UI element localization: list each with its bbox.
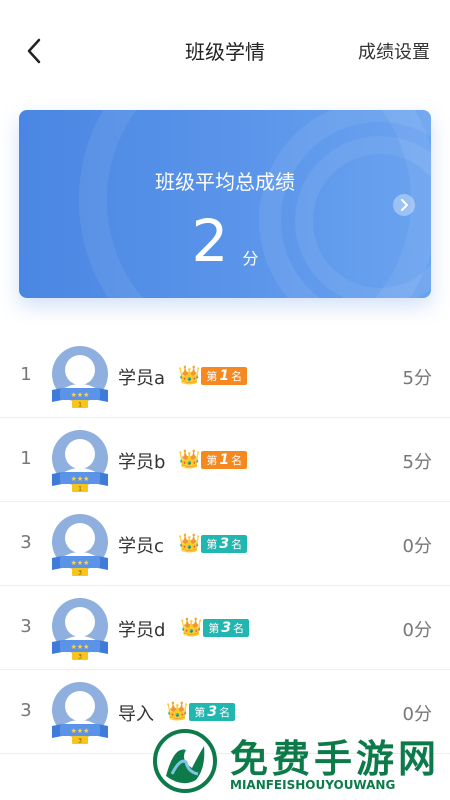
avatar-medal-icon: ★★★ 1: [52, 430, 108, 493]
svg-text:★★★: ★★★: [71, 391, 90, 399]
average-score-label: 班级平均总成绩: [155, 170, 295, 194]
student-score: 0分: [402, 536, 432, 557]
student-name: 导入: [118, 704, 154, 725]
rank-tag: 第1名: [201, 451, 248, 469]
student-name: 学员d: [118, 620, 166, 641]
rank-tag: 第3名: [203, 619, 250, 637]
rank-number: 1: [20, 448, 32, 469]
student-list: 1 ★★★ 1 学员a 👑 第1名 5分 1 ★★★ 1 学员b 👑 第 1 名…: [0, 334, 450, 754]
rank-tag: 第1名: [201, 367, 248, 385]
svg-text:★★★: ★★★: [71, 727, 90, 735]
svg-text:★★★: ★★★: [71, 559, 90, 567]
avatar-medal-icon: ★★★ 3: [52, 514, 108, 577]
rank-badge: 👑 第3名: [178, 533, 248, 554]
student-name: 学员b: [118, 452, 166, 473]
student-score: 5分: [402, 368, 432, 389]
medal-number: 1: [78, 402, 82, 409]
average-score-value: 2: [191, 207, 229, 275]
student-score: 5分: [402, 452, 432, 473]
card-detail-button[interactable]: [393, 194, 415, 216]
watermark-subtitle: MIANFEISHOUYOUWANG: [230, 778, 396, 792]
student-row[interactable]: 3 ★★★ 3 学员c 👑 第3名 0分: [0, 502, 450, 586]
crown-icon: 👑: [180, 617, 203, 638]
crown-icon: 👑: [178, 449, 201, 470]
rank-badge: 👑 第1名: [178, 449, 248, 470]
watermark-logo-icon: [153, 729, 217, 793]
rank-number: 3: [20, 532, 32, 553]
crown-icon: 👑: [178, 365, 201, 386]
rank-number: 3: [20, 700, 32, 721]
rank-badge: 👑 第3名: [180, 617, 250, 638]
rank-tag: 第3名: [189, 703, 236, 721]
svg-text:★★★: ★★★: [71, 475, 90, 483]
avatar-medal-icon: ★★★ 3: [52, 682, 108, 745]
chevron-right-icon: [401, 199, 408, 211]
student-name: 学员c: [118, 536, 164, 557]
svg-text:★★★: ★★★: [71, 643, 90, 651]
class-average-card: 班级平均总成绩 2分: [19, 110, 431, 298]
score-settings-button[interactable]: 成绩设置: [358, 38, 430, 64]
average-score: 2分: [19, 206, 431, 276]
medal-number: 3: [78, 570, 82, 577]
rank-number: 1: [20, 364, 32, 385]
student-score: 0分: [402, 620, 432, 641]
rank-badge: 👑 第3名: [166, 701, 236, 722]
student-row[interactable]: 1 ★★★ 1 学员a 👑 第1名 5分: [0, 334, 450, 418]
medal-number: 3: [78, 654, 82, 661]
crown-icon: 👑: [166, 701, 189, 722]
rank-tag: 第3名: [201, 535, 248, 553]
crown-icon: 👑: [178, 533, 201, 554]
student-row[interactable]: 1 ★★★ 1 学员b 👑 第1名 5分: [0, 418, 450, 502]
avatar-medal-icon: ★★★ 3: [52, 598, 108, 661]
average-score-unit: 分: [242, 248, 259, 268]
medal-number: 3: [78, 738, 82, 745]
avatar-medal-icon: ★★★ 1: [52, 346, 108, 409]
rank-number: 3: [20, 616, 32, 637]
student-name: 学员a: [118, 368, 166, 389]
watermark-title: 免费手游网: [230, 737, 441, 781]
student-row[interactable]: 3 ★★★ 3 学员d 👑 第3名 0分: [0, 586, 450, 670]
medal-number: 1: [78, 486, 82, 493]
rank-badge: 👑 第1名: [178, 365, 248, 386]
top-nav-bar: 班级学情 成绩设置: [0, 0, 450, 100]
student-score: 0分: [402, 704, 432, 725]
watermark: 免费手游网 MIANFEISHOUYOUWANG: [152, 728, 448, 800]
